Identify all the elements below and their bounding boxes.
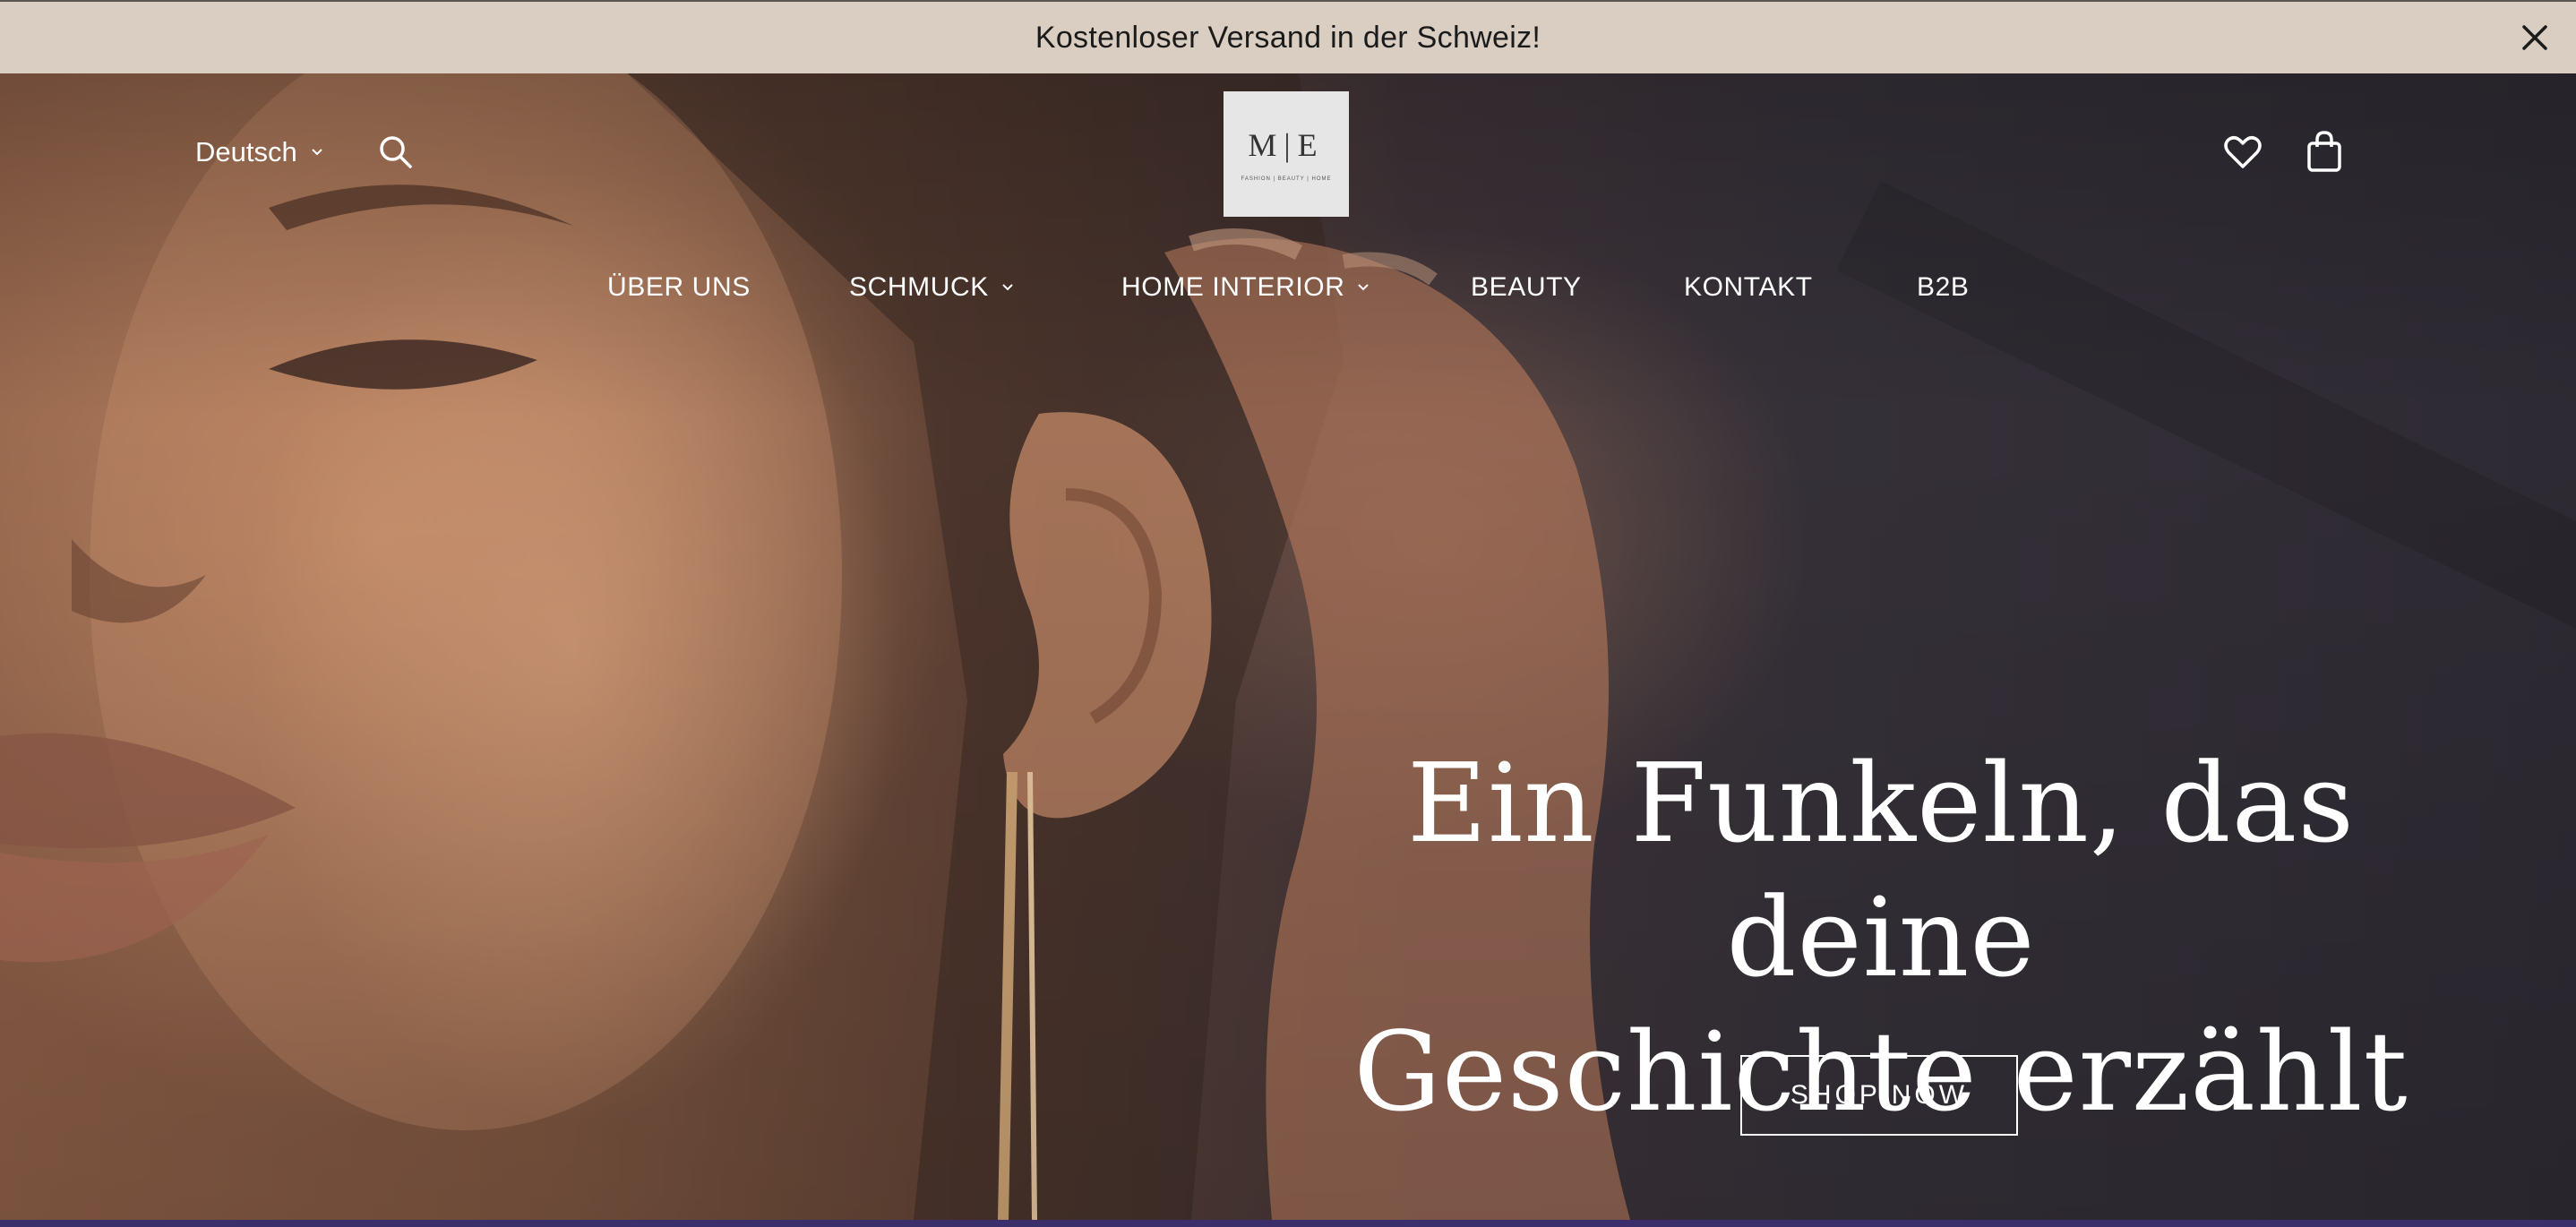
shopping-bag-icon[interactable] [2304,129,2345,174]
heart-icon[interactable] [2221,131,2264,174]
nav-item-label: KONTAKT [1684,272,1813,302]
window-bottom-edge [0,1220,2576,1227]
nav-item-kontakt[interactable]: KONTAKT [1684,272,1813,303]
chevron-down-icon [312,149,322,156]
nav-item-label: BEAUTY [1471,272,1582,302]
chevron-down-icon [1358,284,1370,291]
chevron-down-icon [1002,284,1013,291]
nav-item-home-interior[interactable]: HOME INTERIOR [1121,272,1370,303]
logo-mark: M|E [1248,127,1325,163]
close-icon[interactable] [2517,20,2553,56]
nav-item-label: ÜBER UNS [607,272,751,302]
nav-item-label: B2B [1917,272,1970,302]
logo-tagline: FASHION | BEAUTY | HOME [1241,176,1332,182]
hero-banner: Deutsch M|E FASHION | BEAUTY | HOME ÜBER… [0,73,2576,1220]
nav-item-beauty[interactable]: BEAUTY [1471,272,1582,303]
language-label: Deutsch [195,136,297,167]
shop-now-button[interactable]: SHOP NOW [1740,1055,2018,1136]
hero-headline-line-1: Ein Funkeln, das deine [1407,740,2355,1001]
site-logo[interactable]: M|E FASHION | BEAUTY | HOME [1224,91,1349,217]
announcement-text: Kostenloser Versand in der Schweiz! [1035,20,1541,55]
search-icon[interactable] [376,133,416,172]
nav-item-b2b[interactable]: B2B [1917,272,1970,303]
nav-item-ueber-uns[interactable]: ÜBER UNS [607,272,751,303]
language-selector[interactable]: Deutsch [195,136,324,168]
nav-item-label: SCHMUCK [849,272,989,302]
announcement-bar: Kostenloser Versand in der Schweiz! [0,0,2576,73]
nav-item-schmuck[interactable]: SCHMUCK [849,272,1014,303]
main-navigation: ÜBER UNS SCHMUCK HOME INTERIOR BEAUTY KO… [0,272,2576,326]
page: Kostenloser Versand in der Schweiz! Deut… [0,0,2576,1227]
nav-item-label: HOME INTERIOR [1121,272,1345,302]
